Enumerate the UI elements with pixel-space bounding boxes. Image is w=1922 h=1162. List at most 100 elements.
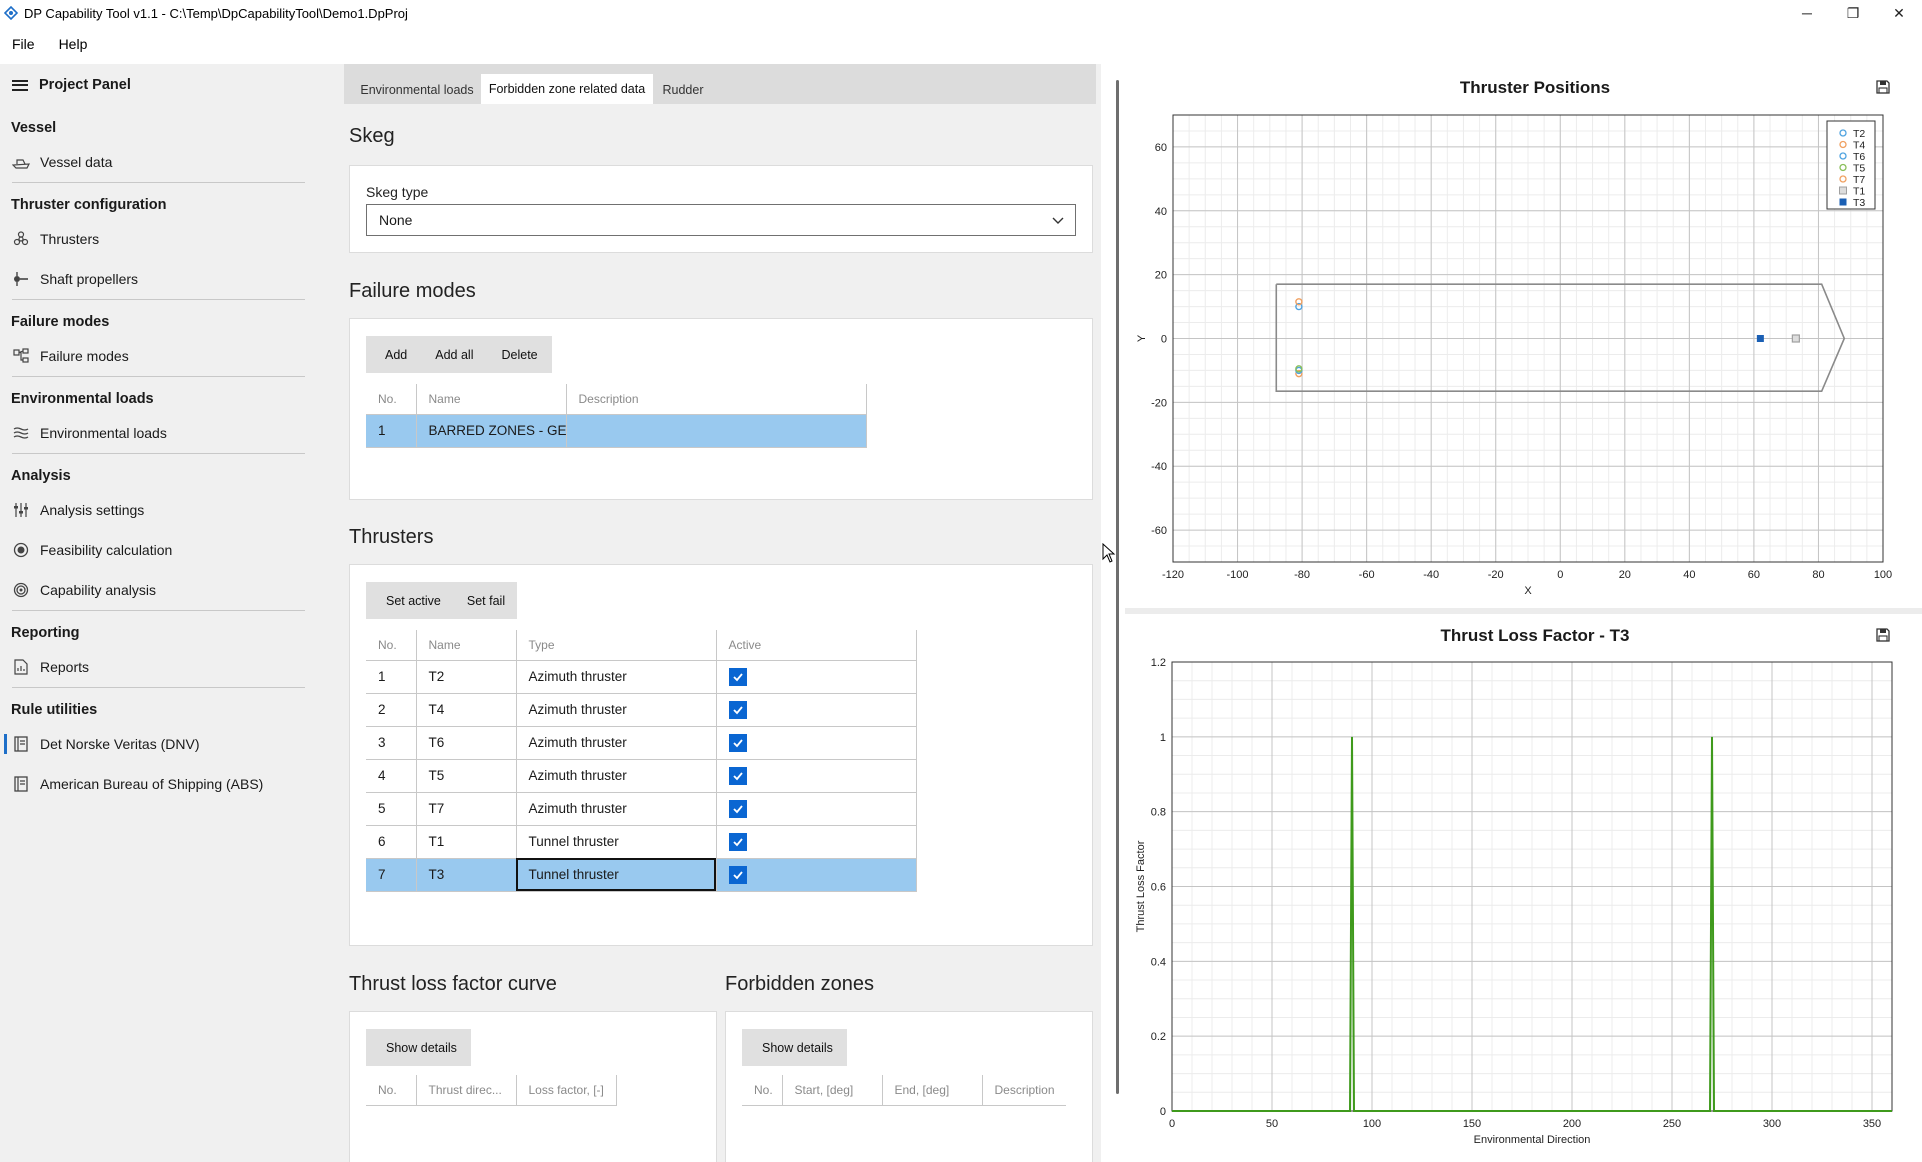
- save-icon[interactable]: [1876, 80, 1890, 94]
- table-row[interactable]: 6 T1 Tunnel thruster: [366, 825, 917, 859]
- column-header-description[interactable]: Description: [982, 1075, 1066, 1106]
- sidebar-item-label: Analysis settings: [40, 502, 145, 518]
- cell-type[interactable]: Azimuth thruster: [516, 792, 717, 826]
- cell-name[interactable]: T4: [416, 693, 517, 727]
- menu-file[interactable]: File: [0, 36, 47, 52]
- cell-no[interactable]: 4: [366, 759, 417, 793]
- cell-no[interactable]: 5: [366, 792, 417, 826]
- cell-no[interactable]: 7: [366, 858, 417, 892]
- cell-no[interactable]: 1: [366, 660, 417, 694]
- sidebar-item-feasibility-calculation[interactable]: Feasibility calculation: [0, 530, 321, 570]
- table-row[interactable]: 3 T6 Azimuth thruster: [366, 726, 917, 760]
- active-checkbox[interactable]: [728, 799, 747, 818]
- cell-active[interactable]: [716, 792, 917, 826]
- tab-forbidden-zone-related-data[interactable]: Forbidden zone related data: [481, 74, 653, 104]
- add-button[interactable]: Add: [366, 336, 421, 373]
- column-header-name[interactable]: Name: [416, 630, 517, 661]
- cell-name[interactable]: BARRED ZONES - GEN: [416, 414, 567, 448]
- cell-active[interactable]: [716, 825, 917, 859]
- sidebar-item-reports[interactable]: Reports: [0, 647, 321, 687]
- active-checkbox[interactable]: [728, 667, 747, 686]
- cell-type[interactable]: Tunnel thruster: [516, 825, 717, 859]
- cell-name[interactable]: T1: [416, 825, 517, 859]
- delete-button[interactable]: Delete: [487, 336, 551, 373]
- sidebar-item-abs[interactable]: American Bureau of Shipping (ABS): [0, 764, 321, 804]
- cell-name[interactable]: T5: [416, 759, 517, 793]
- column-header-name[interactable]: Name: [416, 384, 567, 415]
- column-header-start[interactable]: Start, [deg]: [782, 1075, 883, 1106]
- cell-no[interactable]: 2: [366, 693, 417, 727]
- table-row-selected[interactable]: 7 T3 Tunnel thruster: [366, 858, 917, 892]
- cell-active[interactable]: [716, 759, 917, 793]
- cell-name[interactable]: T3: [416, 858, 517, 892]
- set-fail-button[interactable]: Set fail: [455, 582, 517, 619]
- table-row[interactable]: 1 T2 Azimuth thruster: [366, 660, 917, 694]
- hamburger-menu-icon[interactable]: [12, 79, 28, 91]
- sidebar-item-environmental-loads[interactable]: Environmental loads: [0, 413, 321, 453]
- sidebar-item-shaft-propellers[interactable]: Shaft propellers: [0, 259, 321, 299]
- cell-type[interactable]: Azimuth thruster: [516, 726, 717, 760]
- x-tick-label: -120: [1162, 569, 1184, 581]
- cell-no[interactable]: 6: [366, 825, 417, 859]
- y-tick-label: 0.8: [1151, 807, 1166, 819]
- sidebar-item-thrusters[interactable]: Thrusters: [0, 219, 321, 259]
- project-panel-header[interactable]: Project Panel: [0, 64, 321, 106]
- tab-environmental-loads[interactable]: Environmental loads: [352, 76, 482, 104]
- active-checkbox[interactable]: [728, 865, 747, 884]
- y-tick-label: 40: [1155, 206, 1167, 218]
- show-details-button[interactable]: Show details: [366, 1029, 471, 1066]
- column-header-no[interactable]: No.: [742, 1075, 783, 1106]
- thrusters-toolbar: Set active Set fail: [366, 582, 518, 619]
- column-header-active[interactable]: Active: [716, 630, 917, 661]
- column-header-type[interactable]: Type: [516, 630, 717, 661]
- cell-active[interactable]: [716, 858, 917, 892]
- cell-active[interactable]: [716, 726, 917, 760]
- column-header-no[interactable]: No.: [366, 630, 417, 661]
- cell-no[interactable]: 3: [366, 726, 417, 760]
- show-details-button[interactable]: Show details: [742, 1029, 847, 1066]
- cell-no[interactable]: 1: [366, 414, 417, 448]
- minimize-button[interactable]: ─: [1784, 0, 1830, 26]
- close-button[interactable]: ✕: [1876, 0, 1922, 26]
- cell-name[interactable]: T2: [416, 660, 517, 694]
- charts-splitter[interactable]: [1125, 608, 1922, 614]
- column-header-no[interactable]: No.: [366, 384, 417, 415]
- sidebar-item-failure-modes[interactable]: Failure modes: [0, 336, 321, 376]
- save-icon[interactable]: [1876, 628, 1890, 642]
- active-checkbox[interactable]: [728, 832, 747, 851]
- x-tick-label: 300: [1763, 1118, 1781, 1130]
- table-row[interactable]: 4 T5 Azimuth thruster: [366, 759, 917, 793]
- cell-active[interactable]: [716, 693, 917, 727]
- set-active-button[interactable]: Set active: [366, 582, 455, 619]
- column-header-no[interactable]: No.: [366, 1075, 417, 1106]
- active-checkbox[interactable]: [728, 766, 747, 785]
- cell-active[interactable]: [716, 660, 917, 694]
- cell-type[interactable]: Azimuth thruster: [516, 660, 717, 694]
- table-row[interactable]: 1 BARRED ZONES - GEN: [366, 414, 867, 448]
- column-header-thrust-direction[interactable]: Thrust direc...: [416, 1075, 517, 1106]
- sidebar-item-capability-analysis[interactable]: Capability analysis: [0, 570, 321, 610]
- sidebar-item-analysis-settings[interactable]: Analysis settings: [0, 490, 321, 530]
- cell-type-editing[interactable]: Tunnel thruster: [516, 858, 717, 892]
- vertical-scrollbar[interactable]: [1116, 80, 1119, 1094]
- project-panel: Project Panel Vessel Vessel data Thruste…: [0, 64, 321, 1162]
- menu-help[interactable]: Help: [47, 36, 100, 52]
- column-header-end[interactable]: End, [deg]: [882, 1075, 983, 1106]
- restore-button[interactable]: ❐: [1830, 0, 1876, 26]
- cell-name[interactable]: T7: [416, 792, 517, 826]
- cell-type[interactable]: Azimuth thruster: [516, 759, 717, 793]
- cell-name[interactable]: T6: [416, 726, 517, 760]
- tab-rudder[interactable]: Rudder: [654, 76, 712, 104]
- sidebar-item-vessel-data[interactable]: Vessel data: [0, 142, 321, 182]
- table-row[interactable]: 5 T7 Azimuth thruster: [366, 792, 917, 826]
- active-checkbox[interactable]: [728, 733, 747, 752]
- skeg-type-select[interactable]: None: [366, 204, 1076, 236]
- sidebar-item-dnv[interactable]: Det Norske Veritas (DNV): [0, 724, 321, 764]
- column-header-loss-factor[interactable]: Loss factor, [-]: [516, 1075, 617, 1106]
- add-all-button[interactable]: Add all: [421, 336, 487, 373]
- cell-type[interactable]: Azimuth thruster: [516, 693, 717, 727]
- active-checkbox[interactable]: [728, 700, 747, 719]
- table-row[interactable]: 2 T4 Azimuth thruster: [366, 693, 917, 727]
- cell-description[interactable]: [566, 414, 867, 448]
- column-header-description[interactable]: Description: [566, 384, 867, 415]
